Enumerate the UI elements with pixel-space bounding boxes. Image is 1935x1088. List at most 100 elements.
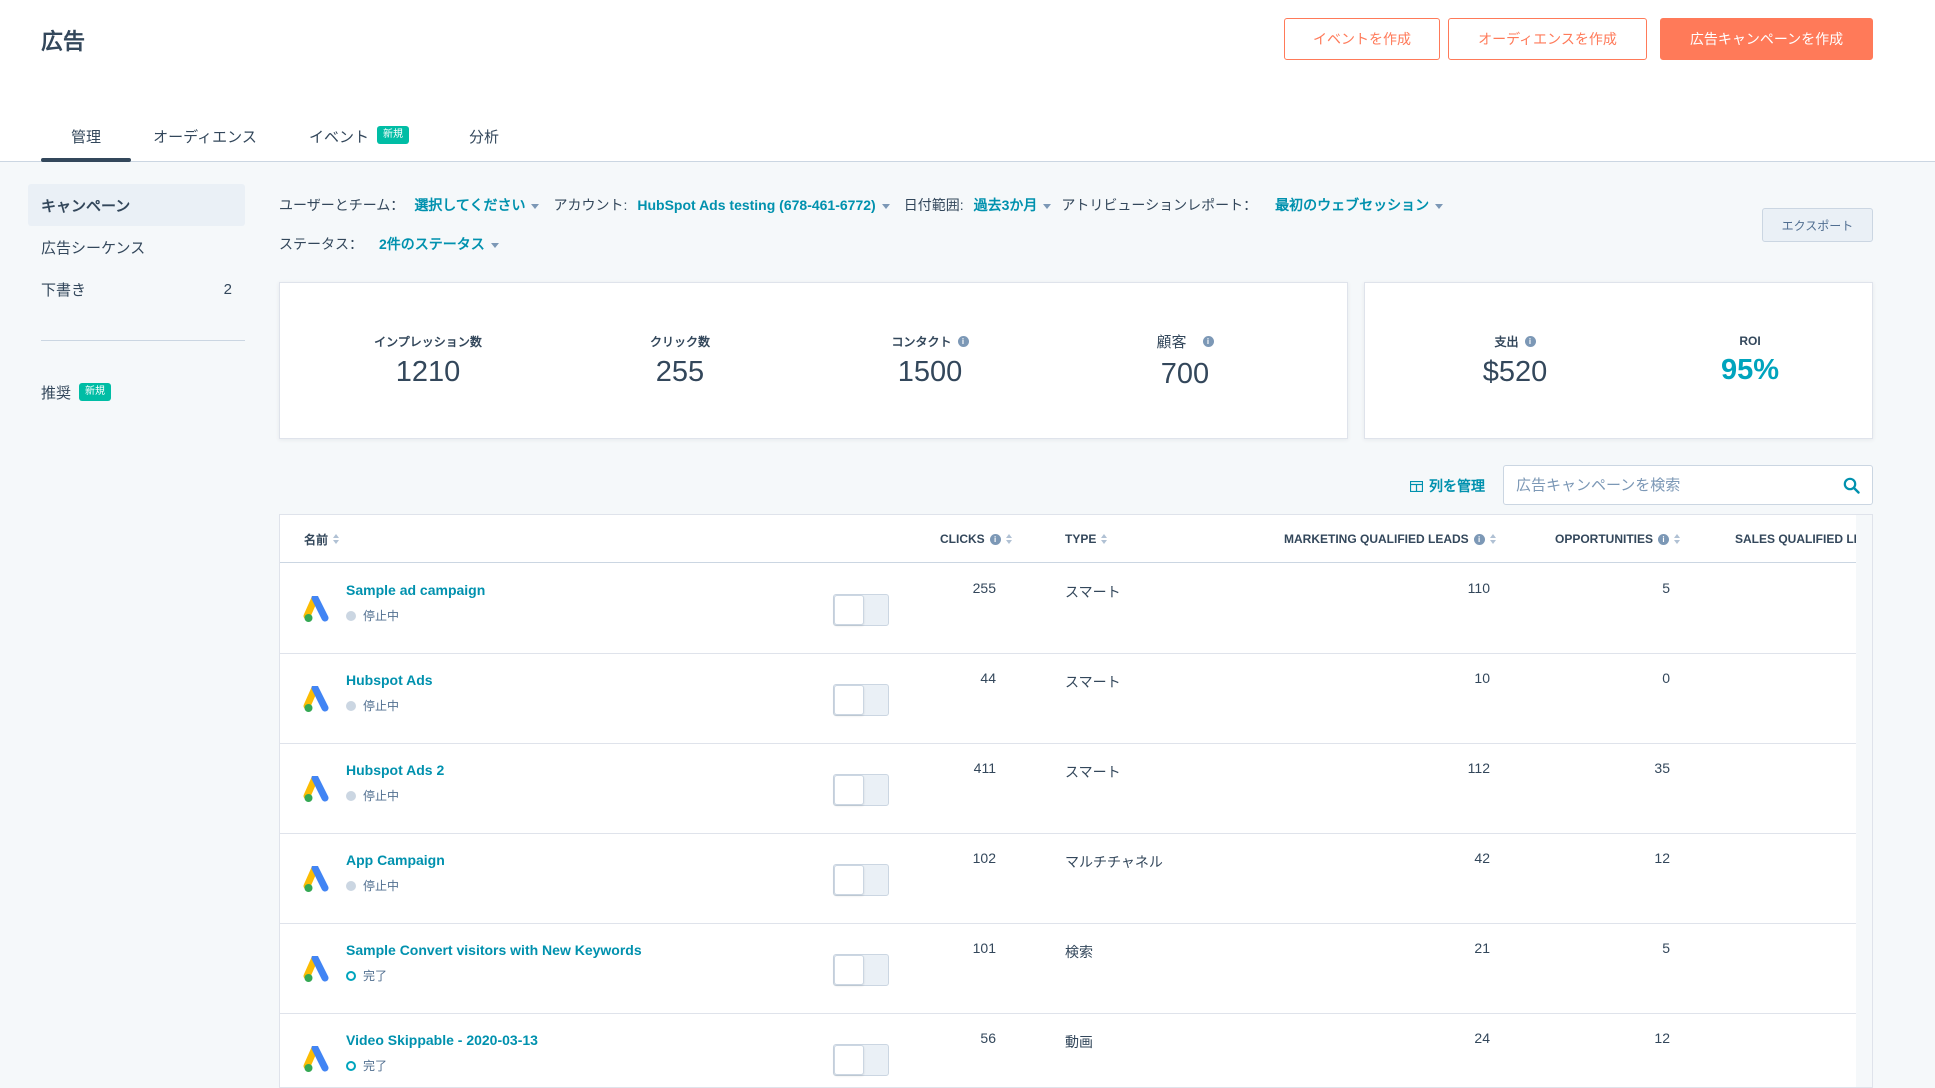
manage-columns-link[interactable]: 列を管理: [1410, 476, 1485, 496]
campaign-toggle[interactable]: [833, 1044, 889, 1076]
sidebar-item-label: 広告シーケンス: [41, 239, 146, 257]
clicks-cell: 44: [980, 670, 996, 686]
status-label: ステータス：: [279, 236, 363, 252]
status-dot-icon: [346, 970, 356, 981]
status-dot-icon: [346, 610, 356, 621]
info-icon[interactable]: i: [989, 533, 1001, 545]
search-input[interactable]: [1516, 476, 1843, 494]
campaign-toggle[interactable]: [833, 774, 889, 806]
info-icon[interactable]: i: [957, 335, 969, 347]
attribution-dropdown[interactable]: 最初のウェブセッション: [1275, 195, 1444, 215]
tab-manage[interactable]: 管理: [41, 118, 131, 162]
opportunities-cell: 0: [1662, 670, 1670, 686]
column-name-label: 名前: [304, 532, 329, 547]
info-icon[interactable]: i: [1202, 335, 1214, 347]
tab-label: 分析: [468, 129, 499, 146]
sort-icon: [1489, 534, 1496, 544]
roi-value: 95%: [1720, 354, 1780, 386]
date-range-dropdown[interactable]: 過去3か月: [974, 195, 1052, 215]
type-cell: スマート: [1065, 764, 1121, 780]
side-navigation: キャンペーン 広告シーケンス 下書き 2 推奨 新規: [28, 184, 245, 413]
toggle-knob: [834, 955, 864, 985]
create-audience-button[interactable]: オーディエンスを作成: [1448, 18, 1647, 60]
columns-icon: [1410, 480, 1423, 492]
date-range-label: 日付範囲:: [903, 197, 964, 213]
column-header-type[interactable]: TYPE: [1065, 515, 1108, 563]
table-row: Video Skippable - 2020-03-13 完了 56 動画 24…: [280, 1014, 1872, 1087]
create-event-button[interactable]: イベントを作成: [1284, 18, 1440, 60]
chevron-down-icon: [490, 242, 499, 248]
clicks-cell: 102: [972, 850, 996, 866]
column-header-clicks[interactable]: CLICKS i: [940, 515, 1012, 563]
search-icon[interactable]: [1843, 477, 1860, 494]
campaign-search: [1503, 465, 1873, 505]
campaign-name-link[interactable]: Video Skippable - 2020-03-13: [346, 1032, 538, 1048]
account-dropdown[interactable]: HubSpot Ads testing (678-461-6772): [637, 197, 890, 213]
campaign-name-link[interactable]: Hubspot Ads: [346, 672, 433, 688]
column-header-opportunities[interactable]: OPPORTUNITIES i: [1555, 515, 1681, 563]
status-dot-icon: [346, 880, 356, 891]
sidebar-item-drafts[interactable]: 下書き 2: [28, 268, 245, 310]
customers-metric: 顧客 i 700: [1115, 283, 1255, 438]
table-row: Hubspot Ads 2 停止中 411 スマート 112 35: [280, 744, 1872, 834]
campaign-name-link[interactable]: App Campaign: [346, 852, 445, 868]
toggle-knob: [834, 775, 864, 805]
users-teams-dropdown[interactable]: 選択してください: [414, 195, 540, 215]
type-cell: スマート: [1065, 674, 1121, 690]
opportunities-cell: 35: [1654, 760, 1670, 776]
status-dropdown[interactable]: 2件のステータス: [379, 234, 499, 254]
users-teams-label: ユーザーとチーム：: [279, 197, 405, 213]
contacts-value: 1500: [897, 355, 963, 388]
clicks-cell: 56: [980, 1030, 996, 1046]
tab-audience[interactable]: オーディエンス: [131, 118, 279, 162]
column-clicks-label: CLICKS: [940, 532, 985, 546]
clicks-label: クリック数: [649, 334, 710, 349]
column-header-sql[interactable]: SALES QUALIFIED LEA: [1735, 515, 1870, 563]
tab-label: イベント: [308, 129, 369, 146]
status-dot-icon: [346, 790, 356, 801]
tab-analytics[interactable]: 分析: [439, 118, 529, 162]
campaign-name-link[interactable]: Sample ad campaign: [346, 582, 485, 598]
campaign-toggle[interactable]: [833, 954, 889, 986]
create-campaign-button[interactable]: 広告キャンペーンを作成: [1660, 18, 1873, 60]
column-header-mql[interactable]: MARKETING QUALIFIED LEADS i: [1284, 515, 1496, 563]
sidebar-item-sequences[interactable]: 広告シーケンス: [28, 226, 245, 268]
campaign-name-link[interactable]: Hubspot Ads 2: [346, 762, 444, 778]
account-value: HubSpot Ads testing (678-461-6772): [637, 197, 876, 213]
info-icon[interactable]: i: [1473, 533, 1485, 545]
table-row: Sample Convert visitors with New Keyword…: [280, 924, 1872, 1014]
impressions-value: 1210: [395, 355, 461, 388]
mql-cell: 110: [1467, 580, 1490, 596]
status-text: 停止中: [363, 789, 400, 803]
table-row: App Campaign 停止中 102 マルチチャネル 42 12: [280, 834, 1872, 924]
clicks-metric: クリック数 255: [610, 283, 750, 438]
campaign-table: 名前 CLICKS i TYPE MARKETING QUALIFIED LEAD…: [279, 514, 1873, 1088]
status-value: 2件のステータス: [379, 236, 485, 252]
contacts-label: コンタクト: [891, 334, 952, 349]
status-text: 停止中: [363, 609, 400, 623]
campaign-toggle[interactable]: [833, 684, 889, 716]
export-button[interactable]: エクスポート: [1762, 208, 1873, 242]
campaign-toggle[interactable]: [833, 864, 889, 896]
sort-icon: [333, 534, 340, 544]
sidebar-item-campaigns[interactable]: キャンペーン: [28, 184, 245, 226]
opportunities-cell: 5: [1662, 580, 1670, 596]
sidebar-divider: [41, 340, 245, 341]
campaign-toggle[interactable]: [833, 594, 889, 626]
top-header: 広告 イベントを作成 オーディエンスを作成 広告キャンペーンを作成 管理 オーデ…: [0, 0, 1935, 162]
table-row: Sample ad campaign 停止中 255 スマート 110 5: [280, 564, 1872, 654]
campaign-name-link[interactable]: Sample Convert visitors with New Keyword…: [346, 942, 642, 958]
column-opportunities-label: OPPORTUNITIES: [1555, 532, 1654, 546]
opportunities-cell: 5: [1662, 940, 1670, 956]
drafts-count: 2: [223, 280, 232, 298]
impressions-label: インプレッション数: [374, 334, 482, 349]
table-scrollbar[interactable]: [1856, 515, 1872, 1087]
sidebar-item-recommended[interactable]: 推奨 新規: [28, 371, 245, 413]
column-header-name[interactable]: 名前: [304, 515, 340, 563]
clicks-cell: 101: [972, 940, 996, 956]
roi-metric: ROI 95%: [1670, 283, 1830, 438]
info-icon[interactable]: i: [1658, 533, 1670, 545]
info-icon[interactable]: i: [1524, 335, 1536, 347]
tab-events[interactable]: イベント 新規: [279, 118, 439, 162]
manage-columns-label: 列を管理: [1429, 478, 1485, 494]
